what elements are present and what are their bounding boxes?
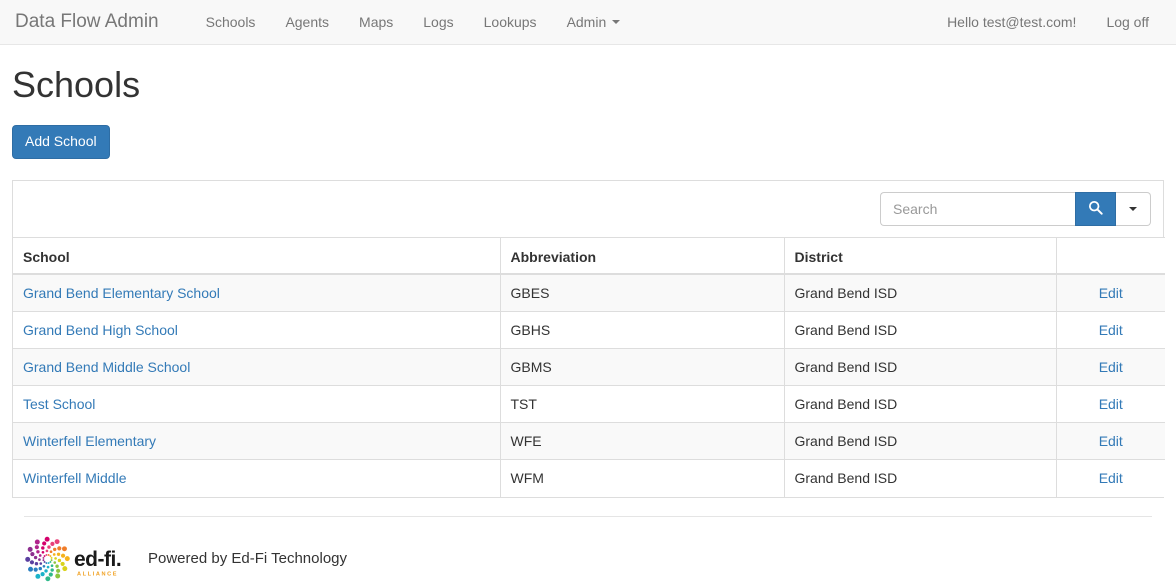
schools-panel: School Abbreviation District Grand Bend … xyxy=(12,179,1165,498)
cell-abbreviation: TST xyxy=(500,385,785,423)
school-link[interactable]: Grand Bend Elementary School xyxy=(23,285,220,301)
cell-district: Grand Bend ISD xyxy=(784,422,1057,460)
navbar-brand[interactable]: Data Flow Admin xyxy=(0,0,174,44)
table-row: Grand Bend Elementary School GBES Grand Be… xyxy=(13,273,1165,312)
cell-school: Test School xyxy=(13,385,501,423)
cell-abbreviation: WFE xyxy=(500,422,785,460)
footer-divider xyxy=(24,515,1152,517)
edit-link[interactable]: Edit xyxy=(1099,322,1123,338)
chevron-down-icon xyxy=(1129,206,1137,211)
main-container: Schools Add School Search School Abbrevi… xyxy=(0,65,1176,582)
nav-maps[interactable]: Maps xyxy=(344,0,408,44)
caret-down-icon xyxy=(612,20,621,24)
table-row: Winterfell Elementary WFE Grand Bend ISD Ed… xyxy=(13,422,1165,460)
nav-item-label: Lookups xyxy=(483,14,537,30)
user-nav: Hello test@test.com! Log off xyxy=(932,0,1176,44)
nav-item-label: Logs xyxy=(423,14,454,30)
cell-actions: Edit xyxy=(1056,311,1165,349)
log-off-link[interactable]: Log off xyxy=(1091,0,1164,44)
school-link[interactable]: Grand Bend Middle School xyxy=(23,359,190,375)
column-header-abbreviation: Abbreviation xyxy=(500,236,785,276)
search-group xyxy=(880,191,1151,226)
nav-lookups[interactable]: Lookups xyxy=(469,0,552,44)
search-button[interactable] xyxy=(1075,191,1116,226)
cell-actions: Edit xyxy=(1056,459,1165,497)
nav-item-label: Schools xyxy=(205,14,256,30)
cell-abbreviation: GBHS xyxy=(500,311,785,349)
schools-table: School Abbreviation District Grand Bend … xyxy=(13,236,1165,497)
cell-district: Grand Bend ISD xyxy=(784,273,1057,312)
edit-link[interactable]: Edit xyxy=(1099,433,1123,449)
cell-district: Grand Bend ISD xyxy=(784,385,1057,423)
cell-actions: Edit xyxy=(1056,385,1165,423)
schools-table-head: School Abbreviation District xyxy=(13,236,1165,276)
nav-item-label: Admin xyxy=(566,14,607,30)
footer-credit-text: Powered by Ed-Fi Technology xyxy=(148,550,347,568)
primary-nav: Schools Agents Maps Logs Lookups Admin xyxy=(191,0,636,44)
column-header-actions xyxy=(1056,236,1165,276)
cell-actions: Edit xyxy=(1056,273,1165,312)
user-greeting: Hello test@test.com! xyxy=(947,14,1077,30)
cell-school: Winterfell Middle xyxy=(13,459,501,497)
nav-admin[interactable]: Admin xyxy=(552,0,636,44)
school-link[interactable]: Test School xyxy=(23,396,95,412)
nav-agents[interactable]: Agents xyxy=(270,0,344,44)
cell-district: Grand Bend ISD xyxy=(784,311,1057,349)
nav-schools[interactable]: Schools xyxy=(191,0,271,44)
page-footer: ed-fi. ALLIANCE Powered by Ed-Fi Technol… xyxy=(12,515,1164,582)
cell-abbreviation: WFM xyxy=(500,459,785,497)
edit-link[interactable]: Edit xyxy=(1099,359,1123,375)
top-navbar: Data Flow Admin Schools Agents Maps Logs Loo… xyxy=(0,0,1176,45)
svg-text:ed-fi.: ed-fi. xyxy=(74,548,121,571)
page-title: Schools xyxy=(12,64,141,105)
nav-item-label: Agents xyxy=(285,14,330,30)
cell-district: Grand Bend ISD xyxy=(784,348,1057,386)
add-school-button[interactable]: Add School xyxy=(12,124,110,159)
nav-logs[interactable]: Logs xyxy=(408,0,468,44)
school-link[interactable]: Winterfell Elementary xyxy=(23,433,156,449)
ed-fi-logo: ed-fi. ALLIANCE xyxy=(24,536,128,582)
school-link[interactable]: Winterfell Middle xyxy=(23,470,126,486)
cell-abbreviation: GBMS xyxy=(500,348,785,386)
table-row: Winterfell Middle WFM Grand Bend ISD Edit xyxy=(13,459,1165,497)
cell-school: Grand Bend High School xyxy=(13,311,501,349)
search-options-dropdown-button[interactable] xyxy=(1116,191,1151,226)
edit-link[interactable]: Edit xyxy=(1099,285,1123,301)
search-input[interactable] xyxy=(880,191,1075,226)
schools-table-body: Grand Bend Elementary School GBES Grand Be… xyxy=(13,273,1165,497)
svg-text:ALLIANCE: ALLIANCE xyxy=(77,571,118,577)
search-icon xyxy=(1088,200,1103,218)
school-link[interactable]: Grand Bend High School xyxy=(23,322,178,338)
table-row: Grand Bend High School GBHS Grand Bend ISD… xyxy=(13,311,1165,349)
column-header-school: School xyxy=(13,236,501,276)
nav-item-label: Maps xyxy=(359,14,394,30)
add-school-button-wrap: Add School xyxy=(12,124,1164,159)
cell-school: Winterfell Elementary xyxy=(13,422,501,460)
edit-link[interactable]: Edit xyxy=(1099,470,1123,486)
table-header-row: School Abbreviation District xyxy=(13,236,1165,276)
cell-actions: Edit xyxy=(1056,422,1165,460)
table-toolbar xyxy=(13,180,1163,237)
table-row: Test School TST Grand Bend ISD Edit xyxy=(13,385,1165,423)
edit-link[interactable]: Edit xyxy=(1099,396,1123,412)
cell-school: Grand Bend Elementary School xyxy=(13,273,501,312)
cell-district: Grand Bend ISD xyxy=(784,459,1057,497)
table-row: Grand Bend Middle School GBMS Grand Bend I… xyxy=(13,348,1165,386)
cell-abbreviation: GBES xyxy=(500,273,785,312)
column-header-district: District xyxy=(784,236,1057,276)
cell-actions: Edit xyxy=(1056,348,1165,386)
cell-school: Grand Bend Middle School xyxy=(13,348,501,386)
